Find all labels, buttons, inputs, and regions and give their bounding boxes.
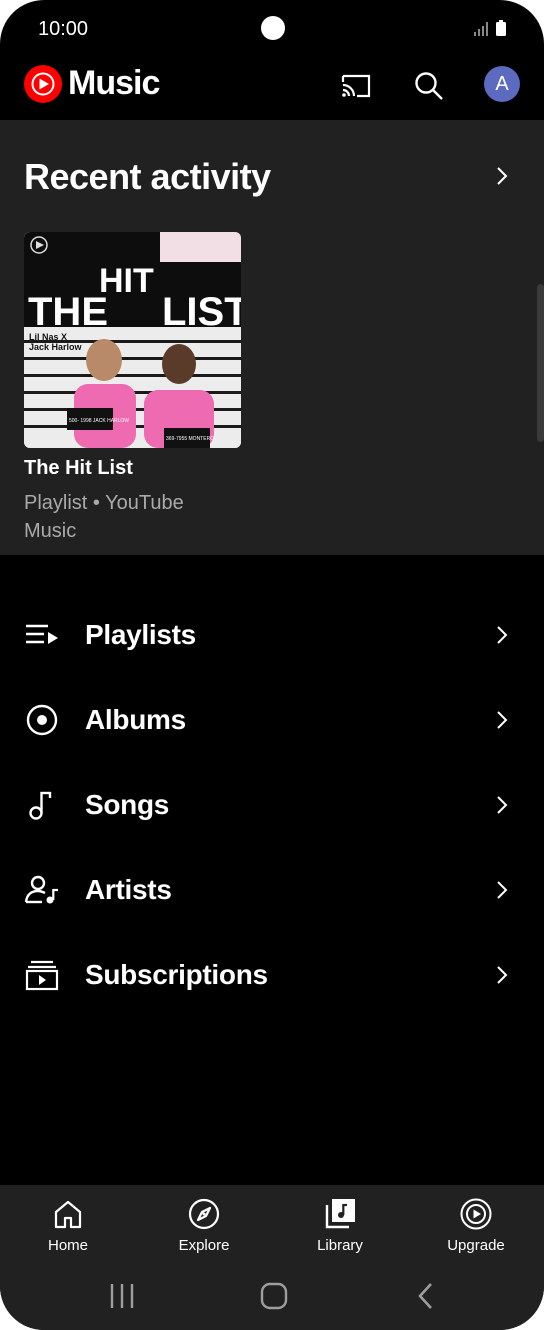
library-item-subscriptions[interactable]: Subscriptions	[0, 932, 544, 1017]
recent-activity-section: Recent activity THE HIT LIST Lil Nas X J…	[0, 120, 544, 555]
album-icon	[26, 704, 58, 735]
artist-icon	[24, 875, 58, 903]
nav-tab-library[interactable]: Library	[272, 1185, 408, 1271]
art-artist-1: Lil Nas X	[29, 332, 67, 342]
art-title-right: LIST	[162, 290, 241, 334]
search-button[interactable]	[409, 66, 449, 106]
playlist-thumbnail[interactable]: THE HIT LIST Lil Nas X Jack Harlow 500- …	[24, 232, 241, 448]
back-button[interactable]	[406, 1281, 446, 1311]
cast-button[interactable]	[336, 66, 376, 106]
art-plate-1: 500- 1998 JACK HARLOW	[69, 418, 129, 424]
system-navigation-bar	[0, 1271, 544, 1330]
chevron-right-icon	[497, 880, 508, 899]
library-item-label: Artists	[85, 873, 172, 905]
bottom-navigation: Home Explore Library Upgrade	[0, 1185, 544, 1271]
chevron-right-icon	[497, 710, 508, 729]
playlist-title[interactable]: The Hit List	[24, 457, 133, 480]
nav-tab-upgrade[interactable]: Upgrade	[408, 1185, 544, 1271]
nav-tab-label: Home	[47, 1237, 88, 1254]
status-time: 10:00	[38, 18, 89, 40]
art-title-mid: HIT	[99, 262, 154, 300]
youtube-music-logo-icon	[24, 64, 62, 103]
edge-panel-handle[interactable]	[537, 284, 544, 442]
home-circle-icon	[260, 1282, 288, 1310]
subscriptions-icon	[25, 960, 59, 990]
chevron-right-icon	[497, 625, 508, 644]
battery-icon	[496, 20, 506, 36]
nav-tab-explore[interactable]: Explore	[136, 1185, 272, 1271]
account-avatar[interactable]: A	[484, 66, 520, 102]
phone-screen: 10:00 Music A Recent activity THE HIT LI…	[0, 0, 544, 1330]
library-item-songs[interactable]: Songs	[0, 762, 544, 847]
library-item-artists[interactable]: Artists	[0, 847, 544, 932]
youtube-music-logo[interactable]: Music	[24, 64, 160, 103]
home-icon	[54, 1200, 82, 1229]
art-title-left: THE	[28, 290, 108, 334]
music-note-icon	[29, 791, 52, 820]
library-item-label: Albums	[85, 703, 186, 735]
art-artist-2: Jack Harlow	[29, 342, 83, 352]
playlist-subtitle: Playlist • YouTube Music	[24, 492, 184, 542]
status-bar: 10:00	[0, 0, 544, 58]
chevron-right-icon	[497, 795, 508, 814]
hit-list-album-art: THE HIT LIST Lil Nas X Jack Harlow 500- …	[24, 232, 241, 448]
library-list: Playlists Albums Songs Artists Subscript…	[0, 592, 544, 1017]
status-icons	[474, 20, 506, 36]
recent-activity-title[interactable]: Recent activity	[24, 156, 271, 198]
back-arrow-icon	[418, 1283, 432, 1309]
chevron-right-icon	[497, 965, 508, 984]
search-icon	[415, 72, 443, 100]
front-camera	[261, 16, 285, 40]
library-icon	[325, 1199, 355, 1229]
art-plate-2: 369-7955 MONTERO	[166, 436, 214, 442]
recent-apps-icon	[110, 1284, 134, 1308]
nav-tab-label: Explore	[178, 1237, 230, 1254]
home-button[interactable]	[254, 1281, 294, 1311]
logo-text: Music	[68, 64, 160, 102]
library-item-playlists[interactable]: Playlists	[0, 592, 544, 677]
chevron-right-icon[interactable]	[490, 164, 514, 188]
upgrade-icon	[460, 1198, 492, 1230]
recent-apps-button[interactable]	[102, 1281, 142, 1311]
library-item-label: Subscriptions	[85, 958, 268, 990]
cast-icon	[341, 74, 371, 98]
playlist-icon	[26, 624, 58, 644]
signal-icon	[474, 22, 488, 36]
nav-tab-label: Library	[317, 1237, 363, 1254]
app-header: Music A	[0, 58, 544, 120]
library-item-label: Songs	[85, 788, 170, 820]
nav-tab-home[interactable]: Home	[0, 1185, 136, 1271]
library-item-label: Playlists	[85, 618, 196, 650]
compass-icon	[188, 1198, 220, 1230]
library-item-albums[interactable]: Albums	[0, 677, 544, 762]
nav-tab-label: Upgrade	[447, 1237, 505, 1254]
